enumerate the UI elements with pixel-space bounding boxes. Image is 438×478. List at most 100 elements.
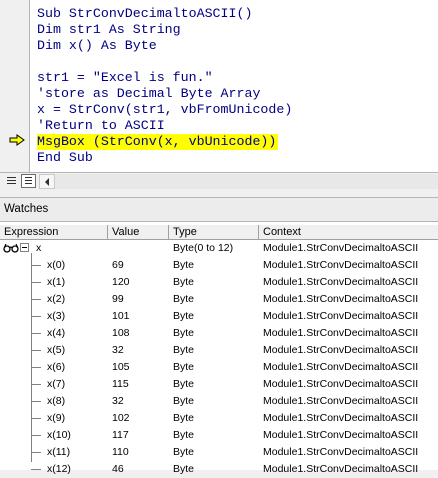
watch-value: 32 xyxy=(112,344,124,356)
horizontal-scrollbar[interactable] xyxy=(39,174,438,189)
watch-row[interactable]: x(5) 32 Byte Module1.StrConvDecimaltoASCII xyxy=(0,342,438,359)
watch-value: 117 xyxy=(112,429,129,441)
watch-context: Module1.StrConvDecimaltoASCII xyxy=(263,361,419,373)
tree-branch xyxy=(31,435,41,436)
watch-row-root[interactable]: x Byte(0 to 12) Module1.StrConvDecimalto… xyxy=(0,240,438,257)
watch-context: Module1.StrConvDecimaltoASCII xyxy=(263,429,419,441)
watch-expression: x(9) xyxy=(47,412,66,424)
watch-row[interactable]: x(11) 110 Byte Module1.StrConvDecimaltoASCI… xyxy=(0,444,438,461)
execution-pointer-icon xyxy=(9,134,25,146)
watch-value: 69 xyxy=(112,259,124,271)
watch-expression: x(7) xyxy=(47,378,66,390)
tree-branch xyxy=(31,282,41,283)
watch-value: 32 xyxy=(112,395,124,407)
code-line[interactable]: End Sub xyxy=(37,150,292,166)
watch-type: Byte xyxy=(173,259,195,271)
watch-type: Byte xyxy=(173,361,195,373)
watch-expression: x(10) xyxy=(47,429,71,441)
watch-type: Byte xyxy=(173,276,195,288)
watch-expression: x(0) xyxy=(47,259,66,271)
watch-expression: x(5) xyxy=(47,344,66,356)
tree-branch xyxy=(31,401,41,402)
watch-row[interactable]: x(2) 99 Byte Module1.StrConvDecimaltoASCII xyxy=(0,291,438,308)
column-header-context[interactable]: Context xyxy=(259,225,438,240)
watch-type: Byte xyxy=(173,412,195,424)
watch-context: Module1.StrConvDecimaltoASCII xyxy=(263,259,419,271)
watch-row[interactable]: x(0) 69 Byte Module1.StrConvDecimaltoASCII xyxy=(0,257,438,274)
code-line[interactable]: str1 = "Excel is fun." xyxy=(37,70,292,86)
scroll-left-arrow-icon[interactable] xyxy=(39,174,55,189)
watch-expression: x(8) xyxy=(47,395,66,407)
watch-row[interactable]: x(1) 120 Byte Module1.StrConvDecimaltoASCII xyxy=(0,274,438,291)
watch-type: Byte xyxy=(173,310,195,322)
code-lines[interactable]: Sub StrConvDecimaltoASCII() Dim str1 As … xyxy=(37,6,292,166)
watch-type: Byte xyxy=(173,293,195,305)
tree-branch xyxy=(31,452,41,453)
watch-context: Module1.StrConvDecimaltoASCII xyxy=(263,293,419,305)
code-line[interactable]: 'store as Decimal Byte Array xyxy=(37,86,292,102)
watches-title: Watches xyxy=(4,203,49,215)
watch-glasses-icon xyxy=(3,243,19,253)
code-line[interactable]: Sub StrConvDecimaltoASCII() xyxy=(37,6,292,22)
tree-branch xyxy=(31,418,41,419)
code-line[interactable]: 'Return to ASCII xyxy=(37,118,292,134)
watch-row[interactable]: x(6) 105 Byte Module1.StrConvDecimaltoASCII xyxy=(0,359,438,376)
tree-branch xyxy=(31,367,41,368)
column-header-value[interactable]: Value xyxy=(108,225,169,240)
column-header-expression[interactable]: Expression xyxy=(0,225,108,240)
watch-value: 105 xyxy=(112,361,130,373)
watch-context: Module1.StrConvDecimaltoASCII xyxy=(263,242,419,254)
procedure-view-button[interactable] xyxy=(4,174,19,188)
watch-expression: x(11) xyxy=(47,446,71,458)
splitter[interactable] xyxy=(0,189,438,197)
margin-indicator-bar[interactable] xyxy=(0,0,30,172)
code-line[interactable]: x = StrConv(str1, vbFromUnicode) xyxy=(37,102,292,118)
watch-context: Module1.StrConvDecimaltoASCII xyxy=(263,327,419,339)
watch-table[interactable]: Expression Value Type Context x Byte(0 t… xyxy=(0,222,438,475)
watch-type: Byte xyxy=(173,429,195,441)
watch-context: Module1.StrConvDecimaltoASCII xyxy=(263,446,419,458)
watch-value: 110 xyxy=(112,446,129,458)
watch-type: Byte xyxy=(173,446,195,458)
watch-expression: x(4) xyxy=(47,327,66,339)
watch-row[interactable]: x(10) 117 Byte Module1.StrConvDecimaltoASCI… xyxy=(0,427,438,444)
watch-context: Module1.StrConvDecimaltoASCII xyxy=(263,310,419,322)
watch-value: 108 xyxy=(112,327,130,339)
watch-row[interactable]: x(3) 101 Byte Module1.StrConvDecimaltoASCII xyxy=(0,308,438,325)
tree-branch xyxy=(31,316,41,317)
watch-row[interactable]: x(4) 108 Byte Module1.StrConvDecimaltoASCII xyxy=(0,325,438,342)
tree-branch xyxy=(31,299,41,300)
watch-context: Module1.StrConvDecimaltoASCII xyxy=(263,276,419,288)
code-line[interactable] xyxy=(37,54,292,70)
tree-branch xyxy=(31,384,41,385)
watch-context: Module1.StrConvDecimaltoASCII xyxy=(263,412,419,424)
column-header-type[interactable]: Type xyxy=(169,225,259,240)
watch-value: 120 xyxy=(112,276,130,288)
watch-rows: x Byte(0 to 12) Module1.StrConvDecimalto… xyxy=(0,240,438,478)
current-statement-line[interactable]: MsgBox (StrConv(x, vbUnicode)) xyxy=(37,134,279,150)
watch-type: Byte xyxy=(173,327,195,339)
watches-window-header: Watches xyxy=(0,197,438,222)
code-editor[interactable]: Sub StrConvDecimaltoASCII() Dim str1 As … xyxy=(0,0,438,172)
tree-branch xyxy=(31,350,41,351)
watch-expression: x(6) xyxy=(47,361,66,373)
collapse-toggle-icon[interactable] xyxy=(20,243,29,252)
watch-type: Byte xyxy=(173,344,195,356)
column-headers: Expression Value Type Context xyxy=(0,225,438,240)
watch-value: 102 xyxy=(112,412,130,424)
code-line[interactable]: Dim x() As Byte xyxy=(37,38,292,54)
watch-row[interactable]: x(8) 32 Byte Module1.StrConvDecimaltoASCII xyxy=(0,393,438,410)
watch-value: 99 xyxy=(112,293,124,305)
watch-type: Byte(0 to 12) xyxy=(173,242,234,254)
watch-value: 101 xyxy=(112,310,130,322)
watch-value: 115 xyxy=(112,378,129,390)
watch-expression: x(3) xyxy=(47,310,66,322)
watch-row[interactable]: x(7) 115 Byte Module1.StrConvDecimaltoASCII xyxy=(0,376,438,393)
full-module-view-button[interactable] xyxy=(21,174,36,188)
watch-row[interactable]: x(9) 102 Byte Module1.StrConvDecimaltoASCII xyxy=(0,410,438,427)
watch-type: Byte xyxy=(173,395,195,407)
editor-bottom-bar xyxy=(0,172,438,189)
watch-type: Byte xyxy=(173,378,195,390)
code-line[interactable]: Dim str1 As String xyxy=(37,22,292,38)
watch-expression: x xyxy=(36,242,42,254)
